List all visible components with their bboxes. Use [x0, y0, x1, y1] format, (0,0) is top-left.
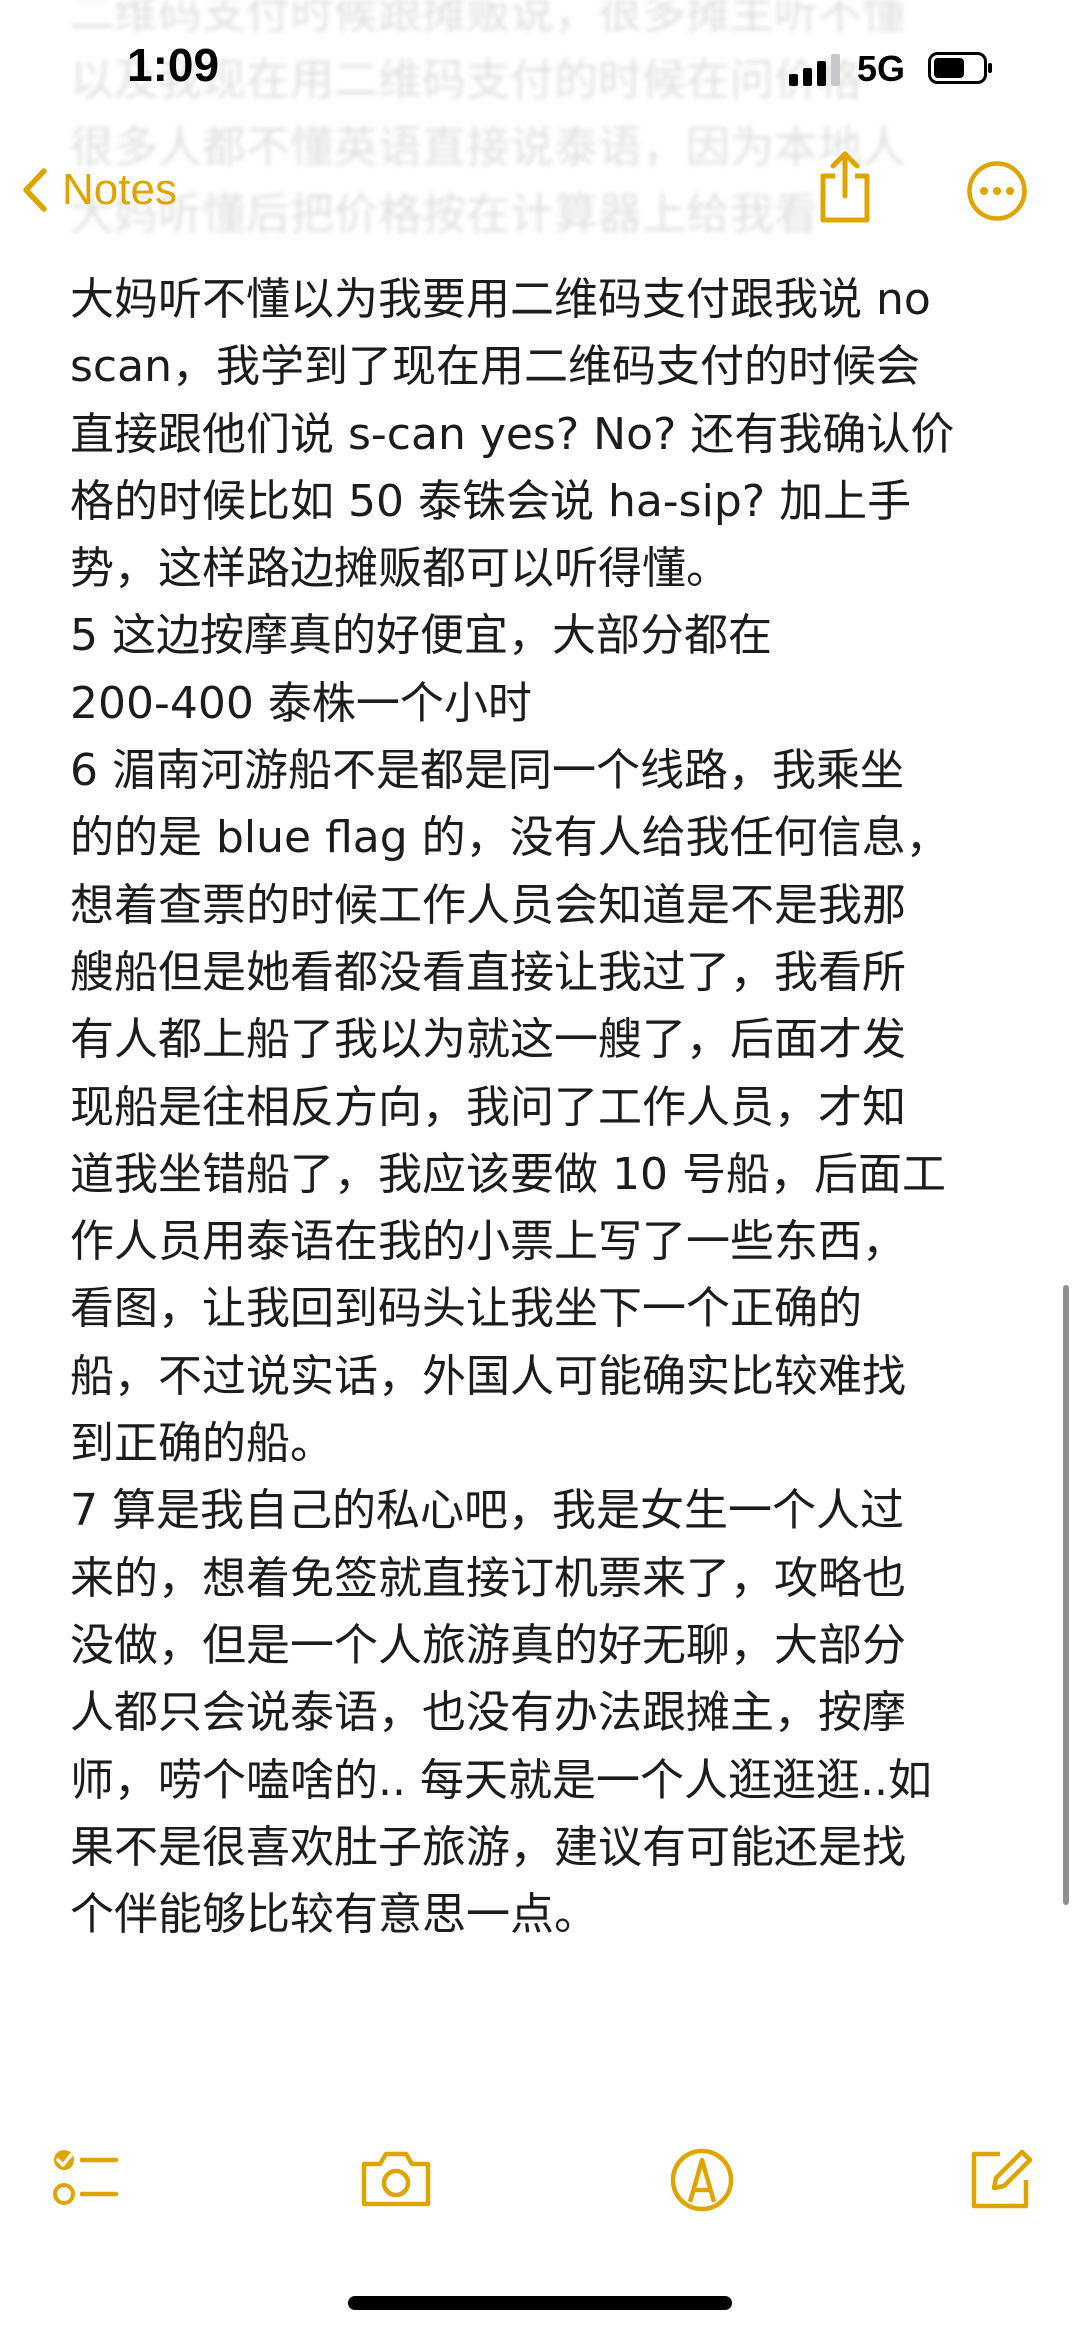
back-label: Notes — [62, 165, 177, 214]
note-line: 直接跟他们说 s-can yes? No? 还有我确认价 — [70, 408, 955, 460]
share-icon[interactable] — [815, 150, 875, 226]
note-line: 没做，但是一个人旅游真的好无聊，大部分 — [70, 1619, 906, 1671]
bottom-toolbar — [0, 2130, 1080, 2240]
scrollbar[interactable] — [1063, 1285, 1069, 1905]
chevron-left-icon — [23, 168, 47, 212]
compose-icon[interactable] — [960, 2140, 1040, 2220]
note-line: 大妈听不懂以为我要用二维码支付跟我说 no — [70, 274, 931, 325]
note-line: 到正确的船。 — [70, 1418, 334, 1470]
ellipsis-circle-icon[interactable] — [966, 160, 1028, 222]
note-line: 势，这样路边摊贩都可以听得懂。 — [70, 543, 730, 595]
note-line: 5 这边按摩真的好便宜，大部分都在 — [70, 610, 772, 662]
checklist-icon[interactable] — [44, 2140, 124, 2220]
camera-icon[interactable] — [356, 2140, 436, 2220]
note-line: 想着查票的时候工作人员会知道是不是我那 — [70, 879, 906, 931]
note-line: 果不是很喜欢肚子旅游，建议有可能还是找 — [70, 1821, 906, 1873]
note-line: 个伴能够比较有意思一点。 — [70, 1889, 598, 1941]
note-line: 艘船但是她看都没看直接让我过了，我看所 — [70, 946, 906, 998]
note-line: 现船是往相反方向，我问了工作人员，才知 — [70, 1081, 906, 1133]
note-line: 师，唠个嗑啥的.. 每天就是一个人逛逛逛..如 — [70, 1754, 932, 1806]
note-line: 7 算是我自己的私心吧，我是女生一个人过 — [70, 1485, 904, 1537]
note-line: 人都只会说泰语，也没有办法跟摊主，按摩 — [70, 1687, 906, 1739]
status-time: 1:09 — [127, 39, 220, 91]
cellular-signal-icon — [789, 54, 841, 86]
note-body[interactable]: 大妈听不懂以为我要用二维码支付跟我说 no scan，我学到了现在用二维码支付的时… — [70, 266, 1030, 1948]
note-line: 格的时候比如 50 泰铢会说 ha-sip? 加上手 — [70, 475, 912, 527]
note-line: 道我坐错船了，我应该要做 10 号船，后面工 — [70, 1148, 946, 1200]
navigation-bar: Notes — [0, 130, 1080, 250]
note-line: scan，我学到了现在用二维码支付的时候会 — [70, 341, 920, 393]
network-type: 5G — [857, 48, 906, 89]
note-line: 有人都上船了我以为就这一艘了，后面才发 — [70, 1014, 906, 1066]
battery-icon — [928, 52, 992, 84]
note-line: 作人员用泰语在我的小票上写了一些东西， — [70, 1216, 906, 1268]
note-line: 来的，想着免签就直接订机票来了，攻略也 — [70, 1552, 906, 1604]
note-line: 的的是 blue flag 的，没有人给我任何信息， — [70, 812, 950, 864]
pen-markup-icon[interactable] — [662, 2140, 742, 2220]
note-line: 200-400 泰株一个小时 — [70, 677, 532, 729]
status-bar: 1:09 5G — [0, 0, 1080, 130]
note-line: 看图，让我回到码头让我坐下一个正确的 — [70, 1283, 862, 1335]
note-line: 6 湄南河游船不是都是同一个线路，我乘坐 — [70, 745, 904, 797]
back-button[interactable]: Notes — [22, 160, 177, 220]
home-indicator[interactable] — [348, 2296, 732, 2310]
note-line: 船，不过说实话，外国人可能确实比较难找 — [70, 1350, 906, 1402]
